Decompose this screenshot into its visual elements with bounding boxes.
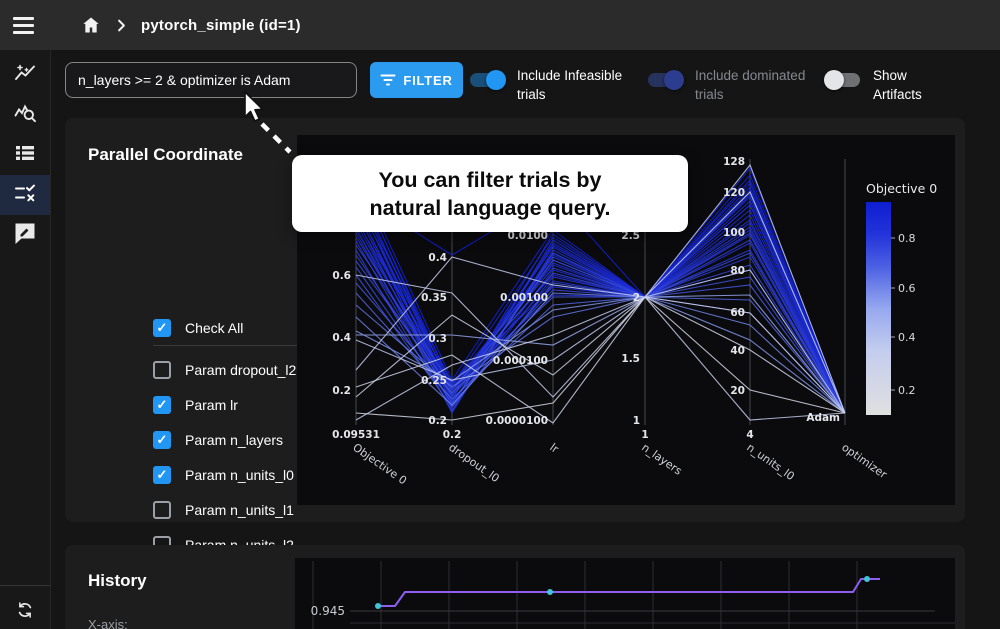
query-stats-icon bbox=[13, 101, 37, 130]
svg-text:0.945: 0.945 bbox=[311, 604, 345, 618]
toggle-label: Include Infeasible trials bbox=[517, 61, 639, 104]
svg-text:Adam: Adam bbox=[806, 412, 840, 424]
svg-text:20: 20 bbox=[730, 385, 745, 397]
check-all-row[interactable]: ✓ Check All bbox=[153, 319, 243, 337]
svg-text:0.0000100: 0.0000100 bbox=[486, 415, 548, 427]
checkbox-unchecked[interactable] bbox=[153, 501, 171, 519]
switch-on[interactable] bbox=[468, 70, 506, 90]
breadcrumb-chevron-icon bbox=[115, 19, 128, 32]
param-checkbox-row[interactable]: Param n_units_l1 bbox=[153, 492, 296, 527]
filter-list-icon bbox=[380, 73, 396, 87]
toggle-include-infeasible[interactable]: Include Infeasible trials bbox=[468, 61, 639, 104]
svg-text:0.2: 0.2 bbox=[443, 429, 462, 441]
svg-text:2: 2 bbox=[633, 292, 640, 304]
svg-text:120: 120 bbox=[723, 187, 745, 199]
rule-icon bbox=[13, 181, 37, 210]
svg-text:0.8: 0.8 bbox=[898, 232, 916, 245]
switch-off[interactable] bbox=[824, 70, 862, 90]
svg-text:1.5: 1.5 bbox=[621, 353, 640, 365]
sidebar-item-trial-select[interactable] bbox=[0, 175, 50, 215]
toggle-label: Show Artifacts bbox=[873, 61, 935, 104]
svg-text:0.25: 0.25 bbox=[421, 375, 447, 387]
param-checkbox-label: Param n_units_l0 bbox=[185, 467, 294, 483]
sidebar-item-graphs[interactable] bbox=[0, 55, 50, 95]
param-checkbox-row[interactable]: ✓ Param lr bbox=[153, 387, 296, 422]
param-checkbox-row[interactable]: Param dropout_l2 bbox=[153, 352, 296, 387]
switch-disabled bbox=[646, 70, 684, 90]
list-icon bbox=[13, 141, 37, 170]
svg-text:60: 60 bbox=[730, 307, 745, 319]
svg-text:100: 100 bbox=[723, 227, 745, 239]
toggle-label: Include dominated trials bbox=[695, 61, 823, 104]
home-icon[interactable] bbox=[81, 15, 101, 35]
reload-button[interactable] bbox=[0, 595, 50, 629]
checkbox-unchecked[interactable] bbox=[153, 361, 171, 379]
sidebar bbox=[0, 50, 51, 629]
param-checkbox-row[interactable]: ✓ Param n_layers bbox=[153, 422, 296, 457]
svg-text:Objective 0: Objective 0 bbox=[350, 441, 409, 488]
svg-text:0.6: 0.6 bbox=[898, 282, 916, 295]
checkbox-checked[interactable]: ✓ bbox=[153, 396, 171, 414]
param-checkbox-row[interactable]: ✓ Param n_units_l0 bbox=[153, 457, 296, 492]
svg-text:40: 40 bbox=[730, 345, 745, 357]
filter-button[interactable]: FILTER bbox=[370, 62, 463, 98]
svg-text:0.2: 0.2 bbox=[898, 384, 916, 397]
svg-text:0.4: 0.4 bbox=[332, 332, 351, 344]
svg-text:n_layers: n_layers bbox=[639, 441, 684, 478]
svg-text:0.00100: 0.00100 bbox=[500, 292, 548, 304]
param-checkbox-label: Param dropout_l2 bbox=[185, 362, 296, 378]
param-checkbox-label: Param n_units_l1 bbox=[185, 502, 294, 518]
rate-review-icon bbox=[13, 221, 37, 250]
toggle-show-artifacts[interactable]: Show Artifacts bbox=[824, 61, 935, 104]
breadcrumb: pytorch_simple (id=1) bbox=[141, 17, 301, 34]
svg-text:0.6: 0.6 bbox=[332, 270, 351, 282]
checkbox-checked[interactable]: ✓ bbox=[153, 431, 171, 449]
svg-text:1: 1 bbox=[633, 415, 640, 427]
svg-text:0.2: 0.2 bbox=[332, 385, 351, 397]
svg-text:optimizer: optimizer bbox=[839, 441, 889, 482]
svg-text:0.35: 0.35 bbox=[421, 292, 447, 304]
page-title: Parallel Coordinate bbox=[88, 145, 243, 165]
check-all-label: Check All bbox=[185, 320, 243, 336]
svg-text:1: 1 bbox=[641, 429, 648, 441]
svg-text:80: 80 bbox=[730, 265, 745, 277]
sidebar-divider bbox=[0, 585, 50, 586]
optuna-dashboard: pytorch_simple (id=1) bbox=[0, 0, 1000, 629]
query-input[interactable] bbox=[65, 62, 357, 98]
svg-text:0.09531: 0.09531 bbox=[332, 429, 380, 441]
tutorial-callout: You can filter trials by natural languag… bbox=[292, 155, 688, 232]
sidebar-item-trial-table[interactable] bbox=[0, 135, 50, 175]
svg-text:lr: lr bbox=[547, 441, 561, 456]
history-plot[interactable]: 0.945 bbox=[295, 558, 955, 629]
history-card: History 0.945 bbox=[65, 545, 965, 629]
svg-text:0.000100: 0.000100 bbox=[493, 355, 548, 367]
svg-text:128: 128 bbox=[723, 156, 745, 168]
param-checkbox-label: Param lr bbox=[185, 397, 238, 413]
svg-text:0.2: 0.2 bbox=[428, 415, 447, 427]
auto-graph-icon bbox=[13, 61, 37, 90]
svg-text:Objective 0: Objective 0 bbox=[866, 181, 937, 196]
checkbox-checked[interactable]: ✓ bbox=[153, 466, 171, 484]
sync-icon bbox=[15, 600, 35, 625]
svg-text:0.4: 0.4 bbox=[898, 331, 916, 344]
callout-line2: natural language query. bbox=[292, 194, 688, 222]
sidebar-item-note[interactable] bbox=[0, 215, 50, 255]
param-checkbox-label: Param n_layers bbox=[185, 432, 283, 448]
checkbox-checked[interactable]: ✓ bbox=[153, 319, 171, 337]
svg-text:n_units_l0: n_units_l0 bbox=[744, 441, 797, 483]
svg-text:0.3: 0.3 bbox=[428, 333, 447, 345]
xaxis-selector-label: X-axis: bbox=[88, 617, 128, 629]
topbar: pytorch_simple (id=1) bbox=[0, 0, 1000, 50]
sidebar-item-analytics[interactable] bbox=[0, 95, 50, 135]
svg-text:0.4: 0.4 bbox=[428, 252, 447, 264]
menu-icon[interactable] bbox=[13, 12, 39, 38]
svg-text:4: 4 bbox=[746, 429, 753, 441]
toggle-include-dominated: Include dominated trials bbox=[646, 61, 823, 104]
svg-text:dropout_l0: dropout_l0 bbox=[446, 441, 501, 485]
history-title: History bbox=[88, 571, 147, 591]
filter-button-label: FILTER bbox=[403, 73, 452, 88]
callout-line1: You can filter trials by bbox=[292, 166, 688, 194]
